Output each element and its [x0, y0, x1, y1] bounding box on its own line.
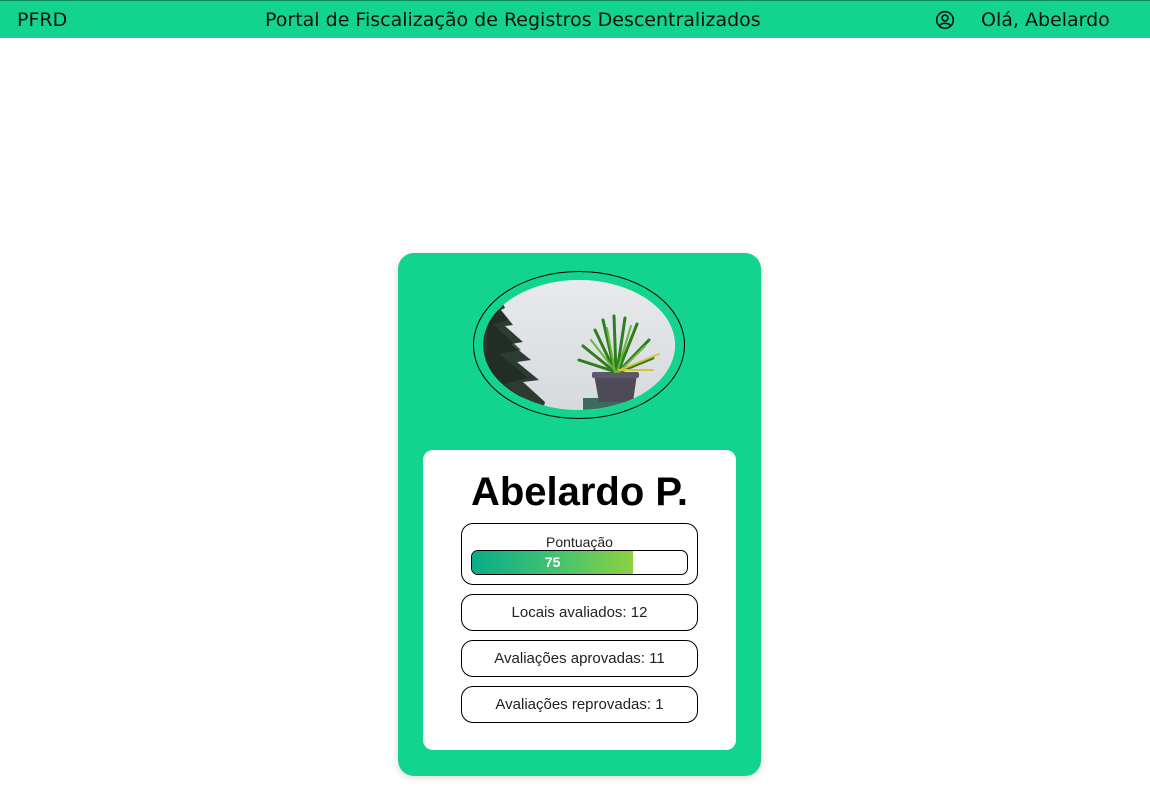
stat-rejected-evaluations: Avaliações reprovadas: 1	[461, 686, 698, 723]
stat-approved-evaluations: Avaliações aprovadas: 11	[461, 640, 698, 677]
page-title: Portal de Fiscalização de Registros Desc…	[265, 9, 761, 31]
score-label: Pontuação	[546, 534, 613, 550]
score-progress-bar: 75	[471, 550, 688, 575]
avatar	[483, 280, 675, 410]
plant-photo	[483, 280, 675, 410]
score-panel: Pontuação 75	[461, 523, 698, 585]
profile-card: Abelardo P. Pontuação 75 Locais avaliado…	[398, 253, 761, 776]
score-value: 75	[544, 554, 561, 570]
stat-locations-evaluated: Locais avaliados: 12	[461, 594, 698, 631]
avatar-frame	[473, 271, 685, 419]
top-navbar: PFRD Portal de Fiscalização de Registros…	[0, 0, 1150, 38]
brand-logo-text[interactable]: PFRD	[17, 9, 67, 31]
profile-name: Abelardo P.	[470, 470, 689, 514]
profile-details: Abelardo P. Pontuação 75 Locais avaliado…	[423, 450, 736, 750]
user-circle-icon[interactable]	[935, 10, 955, 30]
user-greeting[interactable]: Olá, Abelardo	[981, 9, 1110, 31]
